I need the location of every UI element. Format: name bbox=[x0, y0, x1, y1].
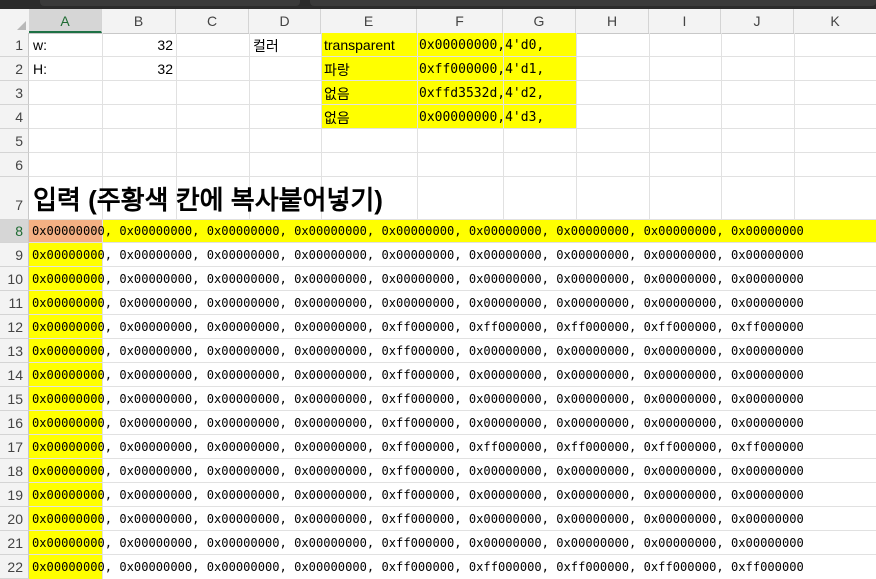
data-row-17[interactable]: 0x00000000, 0x00000000, 0x00000000, 0x00… bbox=[32, 440, 804, 454]
column-header-f[interactable]: F bbox=[417, 9, 503, 33]
column-header-b[interactable]: B bbox=[102, 9, 176, 33]
row-header-7[interactable]: 7 bbox=[0, 177, 29, 220]
column-header-d[interactable]: D bbox=[249, 9, 321, 33]
formula-bar-edge bbox=[40, 0, 300, 6]
data-row-12[interactable]: 0x00000000, 0x00000000, 0x00000000, 0x00… bbox=[32, 320, 804, 334]
row-header-21[interactable]: 21 bbox=[0, 531, 29, 555]
row-header-1[interactable]: 1 bbox=[0, 33, 29, 57]
row-header-9[interactable]: 9 bbox=[0, 243, 29, 267]
data-row-21[interactable]: 0x00000000, 0x00000000, 0x00000000, 0x00… bbox=[32, 536, 804, 550]
cell-f3[interactable]: 0xffd3532d,4'd2, bbox=[419, 86, 544, 101]
row-header-13[interactable]: 13 bbox=[0, 339, 29, 363]
row-header-4[interactable]: 4 bbox=[0, 105, 29, 129]
row-header-12[interactable]: 12 bbox=[0, 315, 29, 339]
data-row-18[interactable]: 0x00000000, 0x00000000, 0x00000000, 0x00… bbox=[32, 464, 804, 478]
sheet-grid[interactable]: 1 2 3 4 5 6 7 8 9 10 11 12 13 14 15 16 1… bbox=[0, 33, 876, 579]
column-header-j[interactable]: J bbox=[721, 9, 794, 33]
column-header-e[interactable]: E bbox=[321, 9, 417, 33]
cell-d1[interactable]: 컬러 bbox=[253, 36, 279, 56]
data-row-14[interactable]: 0x00000000, 0x00000000, 0x00000000, 0x00… bbox=[32, 368, 804, 382]
column-header-h[interactable]: H bbox=[576, 9, 649, 33]
row-header-2[interactable]: 2 bbox=[0, 57, 29, 81]
column-header-c[interactable]: C bbox=[176, 9, 249, 33]
cell-f4[interactable]: 0x00000000,4'd3, bbox=[419, 110, 544, 125]
select-all-icon bbox=[17, 21, 26, 30]
row-header-10[interactable]: 10 bbox=[0, 267, 29, 291]
column-header-bar: A B C D E F G H I J K bbox=[0, 9, 876, 34]
cell-f2[interactable]: 0xff000000,4'd1, bbox=[419, 62, 544, 77]
row-header-5[interactable]: 5 bbox=[0, 129, 29, 153]
input-title: 입력 (주황색 칸에 복사붙어넣기) bbox=[33, 185, 383, 215]
cell-a1[interactable]: w: bbox=[33, 37, 47, 53]
cell-e4[interactable]: 없음 bbox=[324, 108, 350, 128]
data-row-16[interactable]: 0x00000000, 0x00000000, 0x00000000, 0x00… bbox=[32, 416, 804, 430]
row-header-22[interactable]: 22 bbox=[0, 555, 29, 579]
row-header-15[interactable]: 15 bbox=[0, 387, 29, 411]
row-header-20[interactable]: 20 bbox=[0, 507, 29, 531]
cell-e3[interactable]: 없음 bbox=[324, 84, 350, 104]
row-header-19[interactable]: 19 bbox=[0, 483, 29, 507]
data-row-9[interactable]: 0x00000000, 0x00000000, 0x00000000, 0x00… bbox=[32, 248, 804, 262]
row-header-17[interactable]: 17 bbox=[0, 435, 29, 459]
row-header-11[interactable]: 11 bbox=[0, 291, 29, 315]
data-row-15[interactable]: 0x00000000, 0x00000000, 0x00000000, 0x00… bbox=[32, 392, 804, 406]
data-row-13[interactable]: 0x00000000, 0x00000000, 0x00000000, 0x00… bbox=[32, 344, 804, 358]
cell-b1[interactable]: 32 bbox=[102, 37, 173, 53]
data-row-11[interactable]: 0x00000000, 0x00000000, 0x00000000, 0x00… bbox=[32, 296, 804, 310]
data-row-8[interactable]: 0x00000000, 0x00000000, 0x00000000, 0x00… bbox=[32, 224, 804, 238]
cell-e2[interactable]: 파랑 bbox=[324, 60, 350, 80]
select-all-button[interactable] bbox=[0, 9, 30, 33]
row-header-14[interactable]: 14 bbox=[0, 363, 29, 387]
cell-f1[interactable]: 0x00000000,4'd0, bbox=[419, 38, 544, 53]
row-header-3[interactable]: 3 bbox=[0, 81, 29, 105]
toolbar-edge bbox=[310, 0, 876, 6]
data-row-19[interactable]: 0x00000000, 0x00000000, 0x00000000, 0x00… bbox=[32, 488, 804, 502]
window-top-bar bbox=[0, 0, 876, 9]
column-header-i[interactable]: I bbox=[649, 9, 721, 33]
column-header-a[interactable]: A bbox=[29, 9, 102, 33]
cell-b2[interactable]: 32 bbox=[102, 61, 173, 77]
row-header-16[interactable]: 16 bbox=[0, 411, 29, 435]
data-row-10[interactable]: 0x00000000, 0x00000000, 0x00000000, 0x00… bbox=[32, 272, 804, 286]
data-row-22[interactable]: 0x00000000, 0x00000000, 0x00000000, 0x00… bbox=[32, 560, 804, 574]
column-header-k[interactable]: K bbox=[794, 9, 876, 33]
data-row-20[interactable]: 0x00000000, 0x00000000, 0x00000000, 0x00… bbox=[32, 512, 804, 526]
cell-e1[interactable]: transparent bbox=[324, 37, 395, 53]
cell-a2[interactable]: H: bbox=[33, 61, 47, 77]
row-header-6[interactable]: 6 bbox=[0, 153, 29, 177]
column-header-g[interactable]: G bbox=[503, 9, 576, 33]
row-header-18[interactable]: 18 bbox=[0, 459, 29, 483]
row-header-8[interactable]: 8 bbox=[0, 220, 29, 243]
